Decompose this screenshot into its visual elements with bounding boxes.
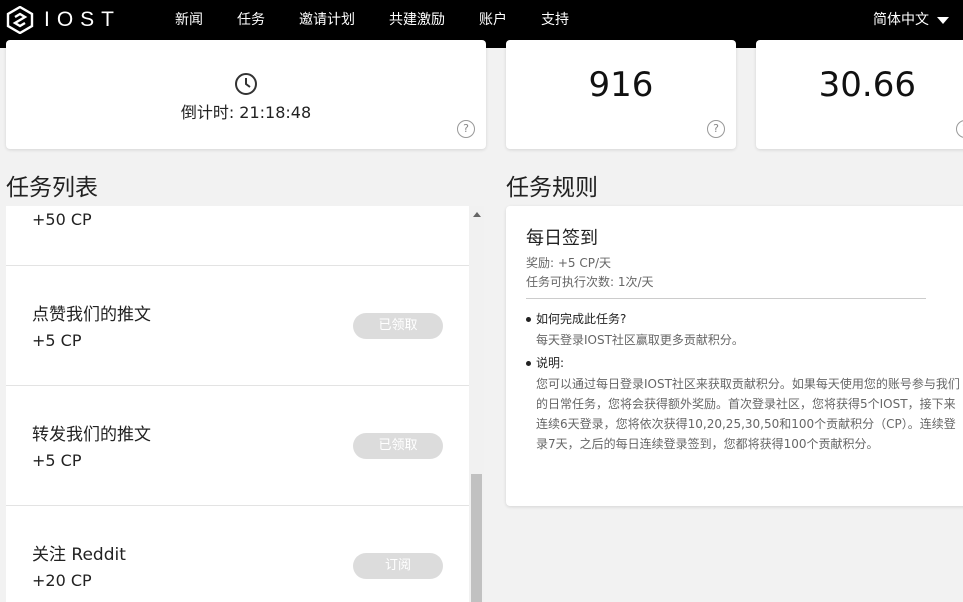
task-item: 转发我们的推文 +5 CP 已领取 (6, 385, 469, 506)
iost-logo-icon (6, 6, 34, 34)
clock-icon (235, 73, 257, 95)
countdown-card: 倒计时: 21:18:48 ? (6, 40, 486, 149)
task-list-title: 任务列表 (6, 175, 98, 201)
scroll-thumb[interactable] (471, 474, 482, 602)
subscribe-button[interactable]: 订阅 (353, 553, 443, 579)
task-name: 转发我们的推文 (32, 425, 151, 445)
rule-task-title: 每日签到 (526, 228, 598, 249)
how-heading: 如何完成此任务? (526, 310, 626, 327)
task-reward: +20 CP (32, 571, 92, 590)
task-reward: +50 CP (32, 210, 92, 229)
stat-value-2: 30.66 (818, 65, 916, 105)
task-rules-title: 任务规则 (506, 175, 598, 201)
stat-card-2: 30.66 ? (756, 40, 963, 149)
nav-news[interactable]: 新闻 (158, 0, 220, 40)
task-reward: +5 CP (32, 331, 82, 350)
note-text: 您可以通过每日登录IOST社区来获取贡献积分。如果每天使用您的账号参与我们的日常… (536, 377, 960, 451)
scroll-up-arrow-icon[interactable] (473, 212, 481, 217)
stat-value-1: 916 (588, 65, 654, 105)
task-name: 点赞我们的推文 (32, 305, 151, 325)
task-item: +50 CP 执行 (6, 206, 469, 266)
nav-support[interactable]: 支持 (524, 0, 586, 40)
rule-reward: 奖励: +5 CP/天 (526, 256, 612, 270)
help-icon[interactable]: ? (956, 120, 963, 138)
nav-invite[interactable]: 邀请计划 (282, 0, 372, 40)
iost-logo[interactable]: IOST (6, 6, 121, 34)
task-rules-card: 每日签到 奖励: +5 CP/天 任务可执行次数: 1次/天 如何完成此任务? … (506, 206, 963, 506)
nav-account[interactable]: 账户 (462, 0, 524, 40)
nav-tasks[interactable]: 任务 (220, 0, 282, 48)
language-label: 简体中文 (873, 12, 929, 28)
help-icon[interactable]: ? (457, 120, 475, 138)
help-icon[interactable]: ? (707, 120, 725, 138)
task-list[interactable]: +50 CP 执行 点赞我们的推文 +5 CP 已领取 转发我们的推文 +5 C… (6, 206, 484, 602)
scrollbar[interactable] (469, 206, 484, 602)
chevron-down-icon (937, 16, 949, 24)
divider (526, 298, 926, 299)
nav-incentives[interactable]: 共建激励 (372, 0, 462, 40)
task-reward: +5 CP (32, 451, 82, 470)
note-heading: 说明: (526, 354, 564, 371)
countdown-text: 倒计时: 21:18:48 (180, 103, 312, 122)
task-name: 关注 Reddit (32, 545, 126, 565)
claimed-button[interactable]: 已领取 (353, 433, 443, 459)
task-item: 关注 Reddit +20 CP 订阅 (6, 505, 469, 602)
language-selector[interactable]: 简体中文 (873, 0, 949, 40)
stat-card-1: 916 ? (506, 40, 736, 149)
logo-text: IOST (44, 8, 122, 31)
task-item: 点赞我们的推文 +5 CP 已领取 (6, 265, 469, 386)
rule-frequency: 任务可执行次数: 1次/天 (526, 275, 654, 289)
claimed-button[interactable]: 已领取 (353, 313, 443, 339)
how-text: 每天登录IOST社区赢取更多贡献积分。 (536, 333, 744, 347)
